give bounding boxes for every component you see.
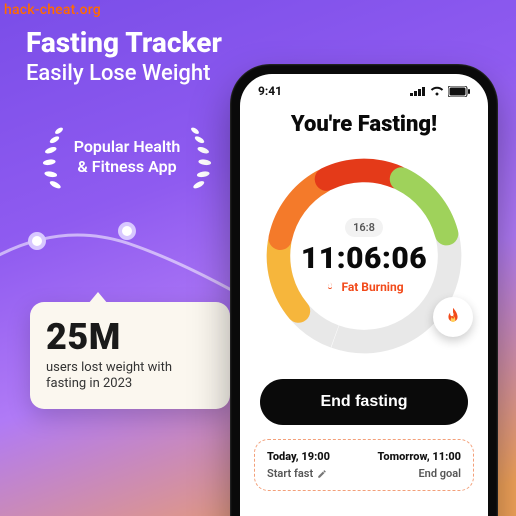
pencil-icon[interactable] [317,469,327,479]
stat-card: 25M users lost weight with fasting in 20… [30,302,230,409]
laurel-badge: Popular Health & Fitness App [12,118,242,196]
stage-label: Fat Burning [324,280,403,294]
fasting-headline: You're Fasting! [240,112,488,137]
stat-number: 25M [46,316,214,358]
schedule-card[interactable]: Today, 19:00 Start fast Tomorrow, 11:00 … [254,439,474,491]
hero-title: Fasting Tracker [26,28,222,57]
battery-icon [448,86,470,97]
phone-screen: 9:41 You're Fasting! [240,74,488,516]
end-sub-label: End goal [418,467,461,480]
start-sub-label: Start fast [267,467,313,480]
elapsed-timer: 11:06:06 [301,241,427,276]
plan-chip[interactable]: 16:8 [345,218,383,237]
phone-frame: 9:41 You're Fasting! [230,64,498,516]
hero-subtitle: Easily Lose Weight [26,61,222,86]
hero-title-block: Fasting Tracker Easily Lose Weight [26,28,222,86]
watermark-text: hack-cheat.org [4,2,101,18]
curve-dot-icon [28,232,46,250]
laurel-line-2: & Fitness App [74,157,181,177]
status-bar: 9:41 [240,74,488,98]
laurel-line-1: Popular Health [74,137,181,157]
end-fasting-button[interactable]: End fasting [260,379,468,425]
start-time-label: Today, 19:00 [267,450,330,463]
stage-text: Fat Burning [341,280,403,294]
progress-dial: 16:8 11:06:06 Fat Burning [257,149,471,363]
signal-icon [410,86,426,96]
laurel-left-icon [38,123,68,191]
flame-small-icon [324,281,336,293]
wifi-icon [430,86,444,96]
end-time-label: Tomorrow, 11:00 [378,450,461,463]
flame-badge-icon [433,297,473,337]
status-time: 9:41 [258,84,282,98]
laurel-right-icon [186,123,216,191]
curve-dot-icon [118,222,136,240]
stat-description: users lost weight with fasting in 2023 [46,360,214,393]
